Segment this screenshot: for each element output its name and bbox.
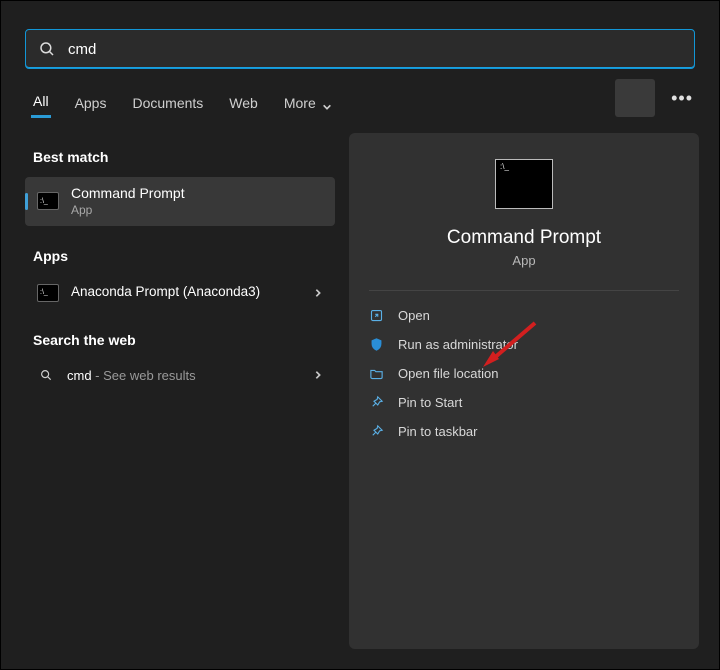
web-keyword: cmd: [67, 368, 92, 383]
top-right-controls: •••: [615, 79, 699, 117]
search-icon: [38, 40, 56, 58]
section-apps: Apps: [33, 248, 327, 264]
web-hint: - See web results: [92, 368, 196, 383]
search-icon: [39, 368, 53, 382]
search-input[interactable]: [68, 41, 682, 58]
tab-apps[interactable]: Apps: [73, 89, 109, 117]
anaconda-prompt-icon: :\_: [37, 284, 59, 302]
tab-all[interactable]: All: [31, 87, 51, 118]
user-avatar[interactable]: [615, 79, 655, 117]
result-command-prompt[interactable]: :\_ Command Prompt App: [25, 177, 335, 226]
chevron-down-icon: [322, 99, 332, 109]
preview-actions: Open Run as administrator Open file loca…: [349, 299, 699, 446]
shield-icon: [369, 337, 384, 352]
result-web-search[interactable]: cmd - See web results: [25, 360, 335, 391]
result-title: Anaconda Prompt (Anaconda3): [71, 284, 305, 301]
action-open-file-location[interactable]: Open file location: [359, 359, 689, 388]
action-pin-to-taskbar[interactable]: Pin to taskbar: [359, 417, 689, 446]
section-search-web: Search the web: [33, 332, 327, 348]
filter-tabs: All Apps Documents Web More: [31, 87, 334, 118]
divider: [369, 290, 679, 291]
open-icon: [369, 308, 384, 323]
result-subtitle: App: [71, 203, 323, 218]
preview-app-icon: :\_: [495, 159, 553, 209]
overflow-button[interactable]: •••: [665, 82, 699, 115]
selection-indicator: [25, 193, 28, 210]
search-bar[interactable]: [25, 29, 695, 69]
results-column: Best match :\_ Command Prompt App Apps :…: [25, 141, 335, 391]
command-prompt-icon: :\_: [37, 192, 59, 210]
chevron-right-icon: [305, 288, 323, 298]
preview-header: :\_ Command Prompt App: [349, 133, 699, 268]
preview-panel: :\_ Command Prompt App Open Run as admin…: [349, 133, 699, 649]
action-run-as-administrator[interactable]: Run as administrator: [359, 330, 689, 359]
pin-icon: [369, 424, 384, 439]
folder-icon: [369, 366, 384, 381]
tab-more[interactable]: More: [282, 89, 334, 117]
tab-web[interactable]: Web: [227, 89, 260, 117]
preview-title: Command Prompt: [349, 227, 699, 249]
action-open[interactable]: Open: [359, 301, 689, 330]
result-anaconda-prompt[interactable]: :\_ Anaconda Prompt (Anaconda3): [25, 276, 335, 310]
action-pin-to-start[interactable]: Pin to Start: [359, 388, 689, 417]
section-best-match: Best match: [33, 149, 327, 165]
preview-subtitle: App: [349, 253, 699, 268]
chevron-right-icon: [305, 370, 323, 380]
pin-icon: [369, 395, 384, 410]
result-title: Command Prompt: [71, 185, 323, 203]
tab-documents[interactable]: Documents: [130, 89, 205, 117]
